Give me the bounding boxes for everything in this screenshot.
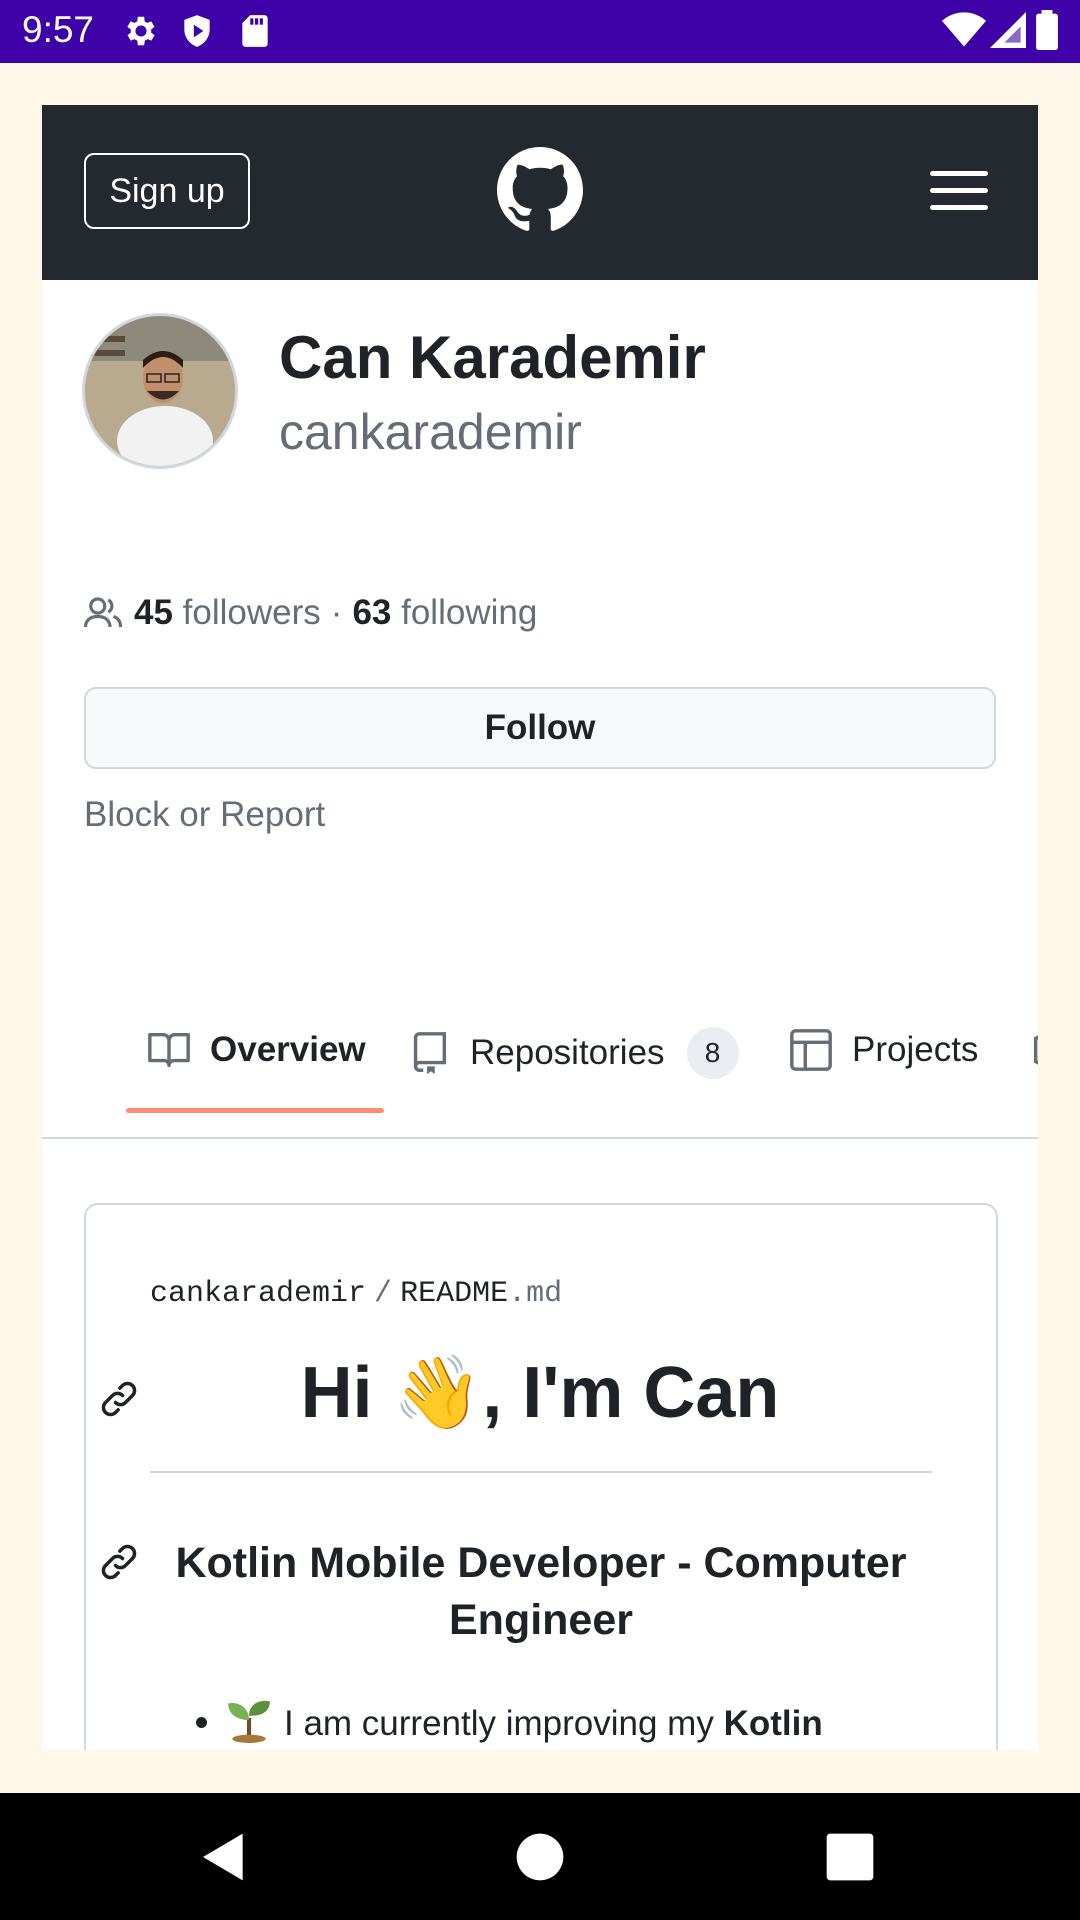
readme-owner-link[interactable]: cankarademir bbox=[150, 1277, 366, 1311]
avatar[interactable] bbox=[82, 313, 238, 469]
path-separator: / bbox=[374, 1277, 393, 1311]
back-button[interactable] bbox=[196, 1829, 252, 1885]
profile-login: cankarademir bbox=[279, 404, 582, 460]
profile-name: Can Karademir bbox=[279, 324, 706, 391]
followers-count: 45 bbox=[134, 593, 173, 632]
list-text-start: I am currently improving my bbox=[284, 1704, 724, 1743]
heading-text-end: , I'm Can bbox=[482, 1353, 780, 1433]
status-time: 9:57 bbox=[22, 9, 95, 50]
readme-subheading: Kotlin Mobile Developer - Computer Engin… bbox=[175, 1539, 907, 1644]
status-bar: 9:57 bbox=[0, 0, 1080, 63]
follow-button[interactable]: Follow bbox=[84, 687, 996, 769]
tab-repositories[interactable]: Repositories 8 bbox=[406, 1027, 739, 1079]
sd-card-icon bbox=[242, 15, 268, 47]
github-header: Sign up bbox=[42, 105, 1038, 280]
tab-projects-label: Projects bbox=[852, 1030, 979, 1069]
stats-separator: · bbox=[330, 593, 343, 632]
tab-overview-label: Overview bbox=[210, 1030, 366, 1069]
followers-label: followers bbox=[182, 593, 321, 632]
readme-card: cankarademir / README.md Hi 👋, I'm Can Kot… bbox=[84, 1203, 998, 1750]
settings-icon bbox=[127, 16, 155, 46]
waving-hand-emoji: 👋 bbox=[392, 1353, 483, 1433]
readme-heading: Hi 👋, I'm Can bbox=[150, 1350, 930, 1435]
readme-file-name: README bbox=[400, 1277, 509, 1311]
follow-stats: 45 followers · 63 following bbox=[82, 592, 537, 634]
readme-file-ext: .md bbox=[508, 1277, 563, 1311]
selected-tab-indicator bbox=[126, 1108, 384, 1113]
followers-link[interactable]: 45 followers bbox=[134, 593, 321, 633]
seedling-icon bbox=[228, 1700, 270, 1743]
package-icon bbox=[1033, 1035, 1038, 1065]
heading-rule bbox=[150, 1471, 932, 1473]
hamburger-menu-icon[interactable] bbox=[930, 171, 988, 211]
repo-icon bbox=[413, 1032, 447, 1075]
tabs-divider bbox=[42, 1137, 1038, 1139]
table-icon bbox=[790, 1029, 832, 1071]
tab-overview[interactable]: Overview bbox=[146, 1027, 366, 1073]
book-icon bbox=[148, 1032, 190, 1068]
signal-icon bbox=[990, 12, 1026, 48]
recents-button[interactable] bbox=[822, 1829, 878, 1885]
tab-projects[interactable]: Projects bbox=[788, 1027, 978, 1073]
anchor-link-icon[interactable] bbox=[98, 1541, 140, 1583]
shield-icon bbox=[184, 15, 210, 47]
list-text-bold: Kotlin bbox=[723, 1704, 823, 1743]
following-link[interactable]: 63 following bbox=[352, 593, 537, 633]
following-label: following bbox=[401, 593, 538, 632]
avatar-photo bbox=[85, 316, 235, 466]
heading-text-start: Hi bbox=[300, 1353, 393, 1433]
following-count: 63 bbox=[352, 593, 392, 632]
list-bullet bbox=[196, 1717, 207, 1728]
wifi-icon bbox=[942, 12, 986, 47]
home-button[interactable] bbox=[512, 1829, 568, 1885]
battery-icon bbox=[1036, 10, 1058, 50]
navigation-bar bbox=[0, 1793, 1080, 1920]
tab-repositories-label: Repositories bbox=[470, 1033, 665, 1072]
web-page: Sign up Can Karademir cankarademir 45 fo… bbox=[42, 105, 1038, 1750]
readme-path: cankarademir / README.md bbox=[150, 1277, 562, 1311]
list-item: I am currently improving my Kotlin skill… bbox=[224, 1693, 864, 1750]
github-octocat-icon[interactable] bbox=[497, 147, 583, 233]
anchor-link-icon[interactable] bbox=[98, 1378, 140, 1420]
people-icon bbox=[83, 597, 123, 628]
block-or-report-link[interactable]: Block or Report bbox=[84, 795, 325, 835]
sign-up-button[interactable]: Sign up bbox=[84, 153, 250, 229]
repositories-count-badge: 8 bbox=[686, 1027, 739, 1079]
tab-packages-partial[interactable] bbox=[1028, 1027, 1038, 1073]
